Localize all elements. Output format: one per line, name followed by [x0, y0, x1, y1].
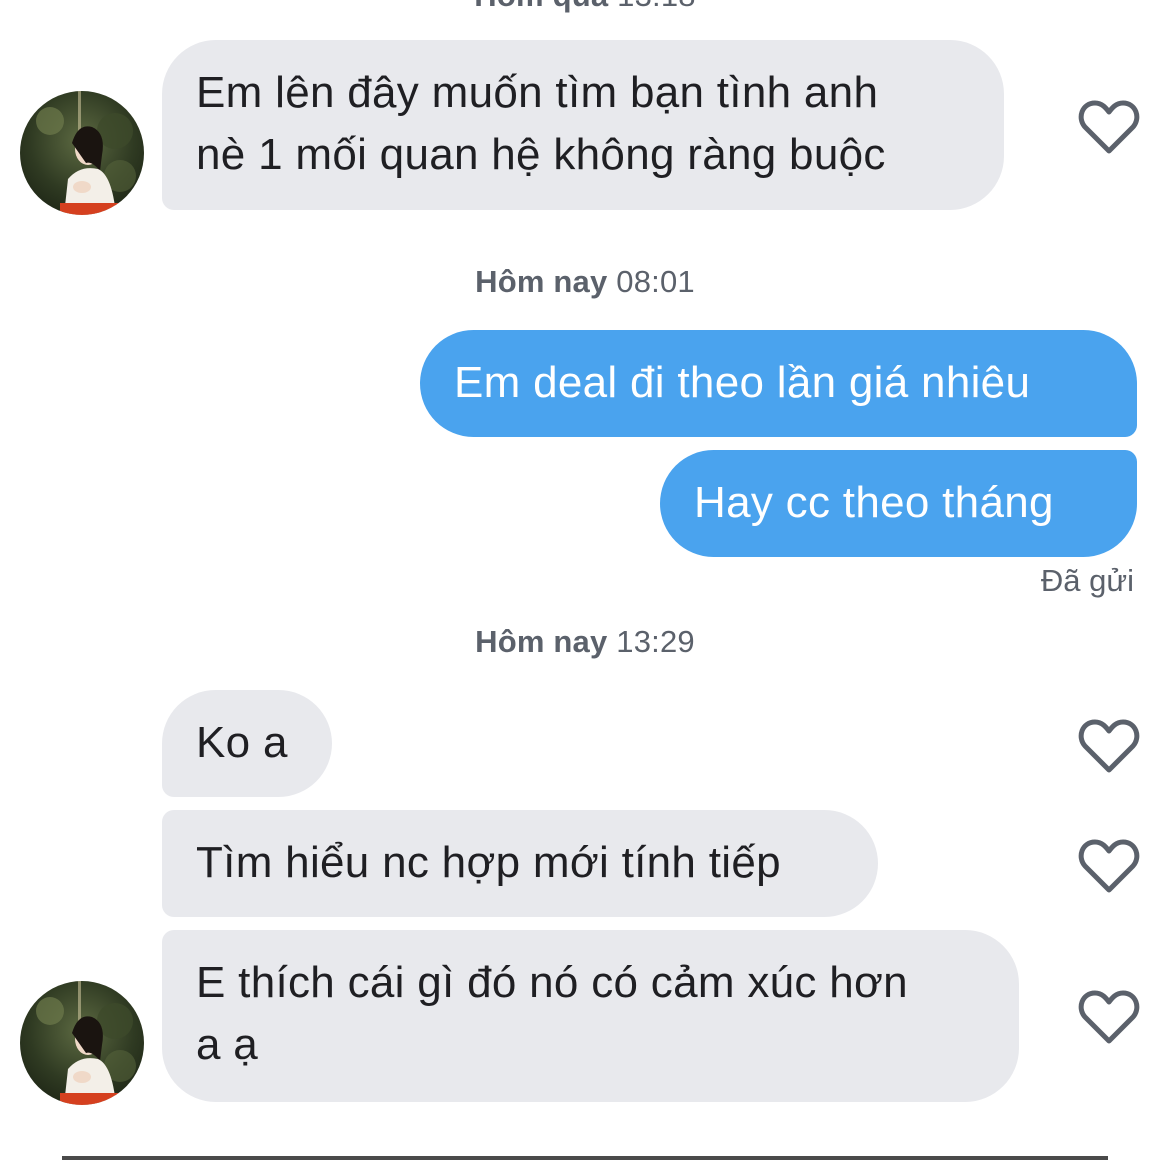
message-text-line: nè 1 mối quan hệ không ràng buộc [196, 130, 886, 179]
message-text-line: Em lên đây muốn tìm bạn tình anh [196, 68, 879, 117]
contact-avatar[interactable] [20, 981, 144, 1105]
message-text: Em deal đi theo lần giá nhiêu [454, 358, 1031, 407]
heart-outline-icon[interactable] [1078, 838, 1140, 894]
message-text-line: a ạ [196, 1020, 259, 1069]
chat-screen: Hôm qua 13:18 Em lên đây mu [0, 0, 1170, 1160]
message-bubble-incoming[interactable]: Em lên đây muốn tìm bạn tình anh nè 1 mố… [162, 40, 1004, 210]
avatar-photo [20, 91, 144, 215]
timestamp: Hôm nay 08:01 [0, 264, 1170, 300]
heart-outline-icon[interactable] [1078, 99, 1140, 155]
message-bubble-outgoing[interactable]: Hay cc theo tháng [660, 450, 1137, 557]
contact-avatar[interactable] [20, 91, 144, 215]
message-text: Hay cc theo tháng [694, 478, 1054, 527]
message-text: Tìm hiểu nc hợp mới tính tiếp [196, 838, 781, 887]
avatar-photo [20, 981, 144, 1105]
message-bubble-incoming[interactable]: Tìm hiểu nc hợp mới tính tiếp [162, 810, 878, 917]
timestamp-time: 13:29 [616, 624, 695, 659]
timestamp-day: Hôm qua [474, 0, 608, 13]
message-bubble-incoming[interactable]: E thích cái gì đó nó có cảm xúc hơn a ạ [162, 930, 1019, 1102]
sent-status: Đã gửi [1040, 563, 1134, 598]
message-text: Ko a [196, 718, 288, 767]
message-bubble-incoming[interactable]: Ko a [162, 690, 332, 797]
timestamp-previous: Hôm qua 13:18 [0, 0, 1170, 14]
composer-divider [62, 1156, 1108, 1160]
heart-outline-icon[interactable] [1078, 718, 1140, 774]
timestamp-time: 13:18 [617, 0, 696, 13]
message-bubble-outgoing[interactable]: Em deal đi theo lần giá nhiêu [420, 330, 1137, 437]
timestamp-day: Hôm nay [475, 624, 608, 659]
timestamp: Hôm nay 13:29 [0, 624, 1170, 660]
message-text-line: E thích cái gì đó nó có cảm xúc hơn [196, 958, 908, 1007]
timestamp-time: 08:01 [616, 264, 695, 299]
heart-outline-icon[interactable] [1078, 989, 1140, 1045]
timestamp-day: Hôm nay [475, 264, 608, 299]
